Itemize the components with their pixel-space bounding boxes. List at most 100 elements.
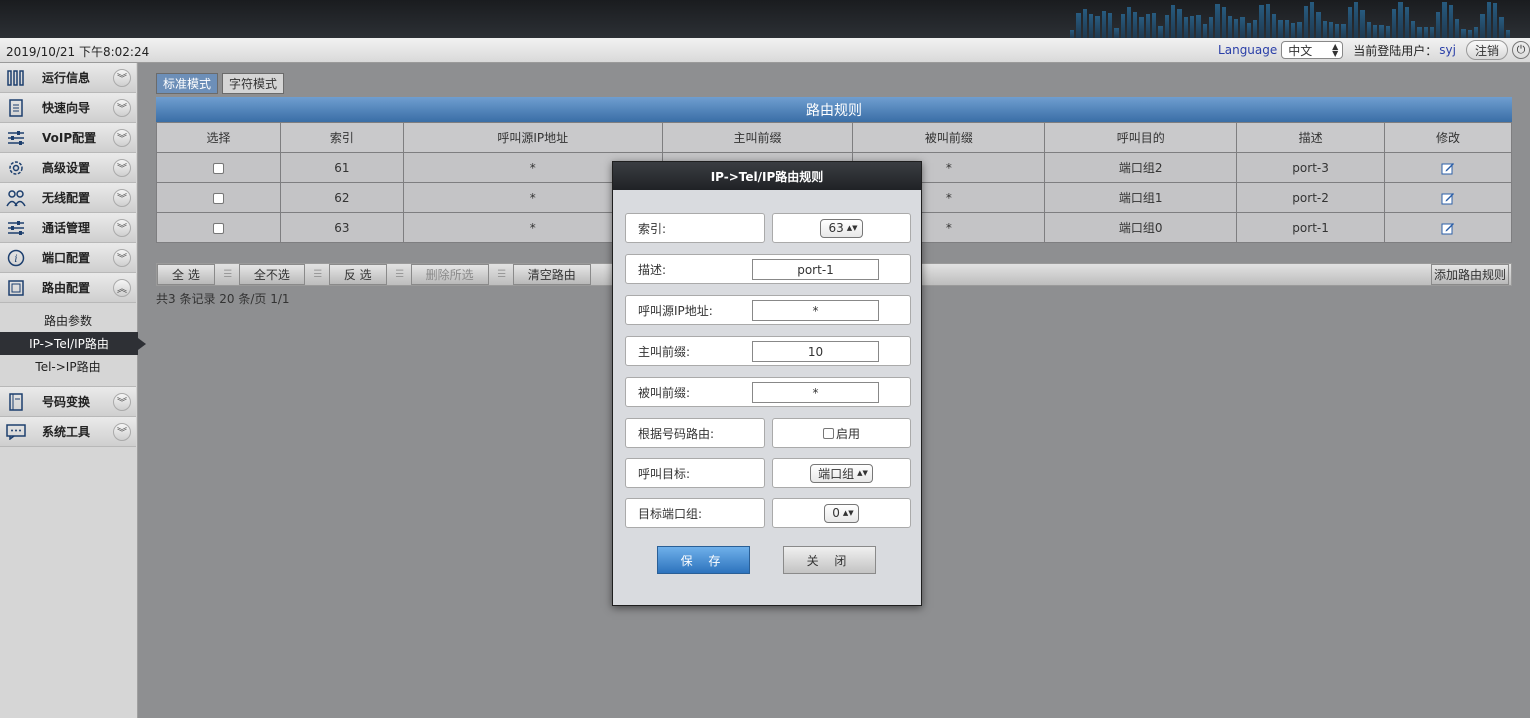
equalizer-bar (1272, 14, 1277, 38)
equalizer-bar (1448, 4, 1454, 38)
language-select[interactable]: 中文 ▲ ▼ (1281, 41, 1344, 59)
equalizer-bar (1171, 5, 1176, 38)
route-by-number-toggle[interactable]: 启用 (822, 425, 860, 442)
equalizer-bar (1341, 24, 1346, 38)
sidebar-item-call-mgmt[interactable]: 通话管理 ︾ (0, 213, 136, 243)
port-group-value: 0 (832, 506, 840, 520)
sidebar-item-wireless[interactable]: 无线配置 ︾ (0, 183, 136, 213)
equalizer-bar (1202, 23, 1207, 38)
cell-index: 63 (279, 212, 404, 243)
equalizer-bar (1234, 18, 1239, 38)
chevron-down-icon: ︾ (113, 98, 131, 117)
column-header: 呼叫目的 (1044, 122, 1238, 153)
sidebar-item-route[interactable]: 路由配置 ︽ (0, 273, 136, 303)
sidebar-item-voip[interactable]: VoIP配置 ︾ (0, 123, 136, 153)
sliders-icon (5, 128, 27, 148)
sidebar-item-number-transform[interactable]: 号码变换 ︾ (0, 387, 136, 417)
row-select-checkbox[interactable] (212, 222, 224, 234)
src-ip-input[interactable]: * (752, 300, 879, 321)
submenu-item-route-params[interactable]: 路由参数 (0, 309, 136, 332)
language-value: 中文 (1288, 43, 1313, 58)
column-header: 索引 (279, 122, 404, 153)
equalizer-bar (1177, 9, 1182, 38)
edit-icon[interactable] (1441, 191, 1455, 205)
chevron-down-icon: ︾ (113, 218, 131, 237)
delete-selected-button[interactable]: 删除所选 (410, 264, 489, 285)
select-none-button[interactable]: 全不选 (238, 264, 305, 285)
submenu-item-tel-ip-route[interactable]: Tel->IP路由 (0, 355, 136, 378)
equalizer-bar (1145, 13, 1151, 38)
tab-standard-mode[interactable]: 标准模式 (156, 73, 219, 94)
select-all-button[interactable]: 全 选 (157, 264, 215, 285)
equalizer-bar (1436, 11, 1441, 38)
add-route-button[interactable]: 添加路由规则 (1430, 264, 1509, 285)
call-target-select[interactable]: 端口组 ▲▼ (810, 463, 873, 483)
callee-prefix-row: 被叫前缀: * (625, 377, 911, 407)
invert-selection-button[interactable]: 反 选 (328, 264, 387, 285)
tab-text-mode[interactable]: 字符模式 (222, 73, 285, 94)
save-button[interactable]: 保 存 (657, 546, 750, 574)
enable-label: 启用 (835, 426, 860, 441)
enable-checkbox[interactable] (822, 427, 834, 439)
power-icon[interactable]: ⏻ (1512, 41, 1530, 59)
equalizer-bar (1158, 25, 1163, 38)
chevron-up-icon: ︽ (113, 278, 131, 297)
sidebar-item-label: 运行信息 (42, 71, 91, 85)
sidebar-item-label: 高级设置 (42, 161, 91, 175)
equalizer-bar (1088, 14, 1094, 38)
equalizer-bar (1385, 25, 1390, 38)
sidebar-item-port[interactable]: i 端口配置 ︾ (0, 243, 136, 273)
sidebar-item-system-tools[interactable]: 系统工具 ︾ (0, 417, 136, 447)
port-group-row: 目标端口组: 0 ▲▼ (625, 498, 911, 528)
select-arrows-icon: ▲▼ (857, 469, 868, 477)
chevron-down-icon: ︾ (113, 128, 131, 147)
equalizer-bar (1196, 14, 1201, 38)
svg-text:i: i (14, 254, 17, 265)
equalizer-bar (1429, 26, 1435, 38)
chevron-down-icon: ︾ (113, 248, 131, 267)
row-select-checkbox[interactable] (212, 162, 224, 174)
select-arrows-icon: ▲▼ (842, 509, 854, 517)
close-button[interactable]: 关 闭 (783, 546, 876, 574)
gear-icon (5, 158, 27, 178)
edit-icon[interactable] (1441, 161, 1455, 175)
row-select-checkbox[interactable] (212, 192, 224, 204)
equalizer-bar (1095, 15, 1100, 38)
equalizer-bar (1189, 16, 1195, 38)
column-header: 选择 (156, 122, 281, 153)
equalizer-bar (1398, 2, 1403, 38)
desc-input[interactable]: port-1 (752, 259, 879, 280)
sidebar-item-advanced[interactable]: 高级设置 ︾ (0, 153, 136, 183)
chevron-down-icon: ︾ (113, 392, 131, 411)
equalizer-bar (1133, 11, 1138, 38)
equalizer-bar (1284, 19, 1289, 38)
call-target-value: 端口组 (818, 466, 855, 481)
column-header: 主叫前缀 (661, 122, 854, 153)
callee-prefix-input[interactable]: * (752, 382, 879, 403)
edit-icon[interactable] (1441, 221, 1455, 235)
call-target-row: 呼叫目标: 端口组 ▲▼ (625, 458, 911, 488)
src-ip-label: 呼叫源IP地址: (638, 303, 713, 318)
sidebar-item-label: 路由配置 (42, 281, 91, 295)
sliders-icon (5, 218, 27, 238)
sidebar-item-wizard[interactable]: 快速向导 ︾ (0, 93, 136, 123)
index-select[interactable]: 63 ▲▼ (820, 218, 863, 238)
equalizer-bar (1480, 14, 1485, 38)
equalizer-bar (1240, 16, 1245, 38)
equalizer-bar (1101, 11, 1106, 38)
port-group-select[interactable]: 0 ▲▼ (824, 503, 859, 523)
sidebar-item-run-info[interactable]: 运行信息 ︾ (0, 63, 136, 93)
sidebar-item-label: 系统工具 (42, 425, 91, 439)
equalizer-bar (1499, 17, 1504, 38)
select-arrows-icon: ▲▼ (846, 224, 858, 232)
sidebar-item-label: 无线配置 (42, 191, 91, 205)
clear-routes-button[interactable]: 清空路由 (512, 264, 591, 285)
cell-dest: 端口组0 (1044, 212, 1238, 243)
chevron-down-icon: ︾ (113, 158, 131, 177)
equalizer-bar (1164, 15, 1169, 38)
logout-button[interactable]: 注销 (1465, 40, 1508, 60)
caller-prefix-input[interactable]: 10 (752, 341, 879, 362)
equalizer-bar (1404, 7, 1409, 38)
submenu-item-ip-tel-route[interactable]: IP->Tel/IP路由 (0, 332, 146, 355)
index-row: 索引: 63 ▲▼ (625, 213, 911, 243)
